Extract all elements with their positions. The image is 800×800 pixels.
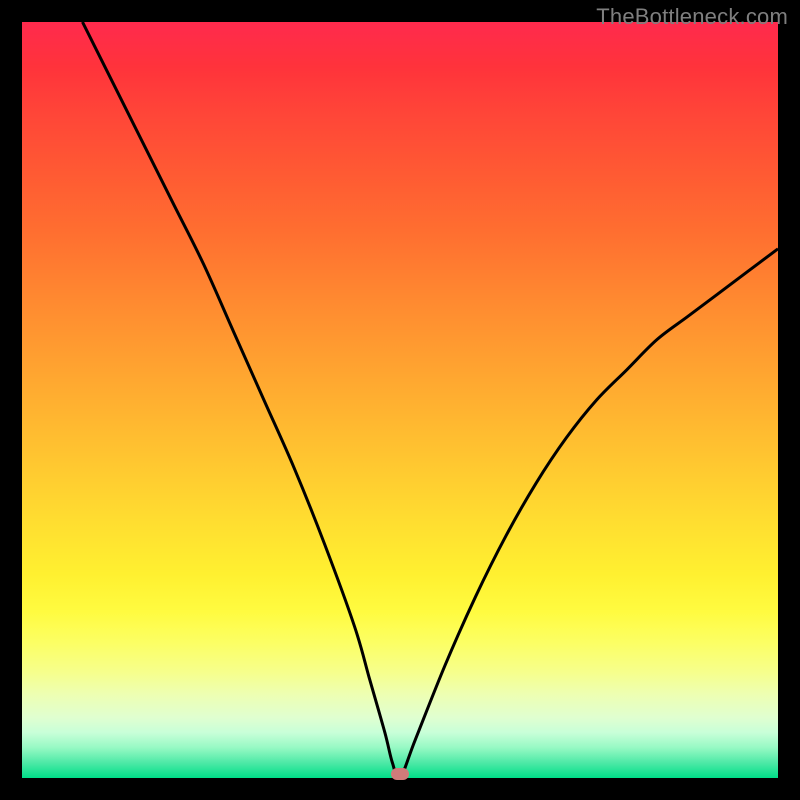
optimal-marker (391, 768, 409, 780)
watermark-text: TheBottleneck.com (596, 4, 788, 30)
chart-frame: TheBottleneck.com (0, 0, 800, 800)
plot-area (22, 22, 778, 778)
curve-path (82, 22, 778, 778)
bottleneck-curve (22, 22, 778, 778)
